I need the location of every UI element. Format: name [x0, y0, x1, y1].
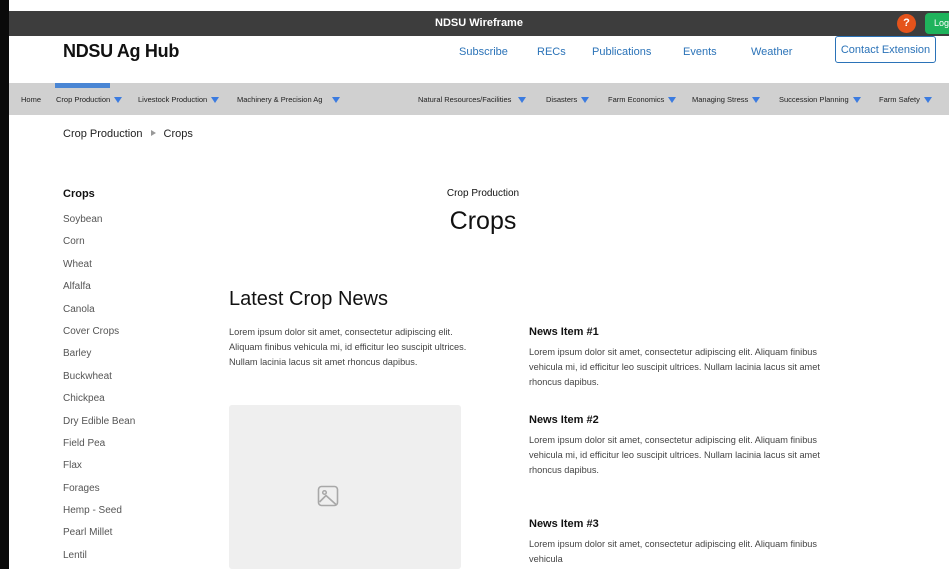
subnav-item-label: Succession Planning — [779, 95, 849, 104]
subnav-farm-economics[interactable]: Farm Economics — [608, 95, 677, 104]
triangle-right-icon — [150, 130, 156, 136]
chevron-down-icon[interactable] — [852, 97, 861, 103]
subnav-machinery-precision-ag[interactable]: Machinery & Precision Ag — [237, 95, 341, 104]
subnav-item-label: Natural Resources/Facilities — [418, 95, 512, 104]
help-button[interactable]: ? — [897, 14, 916, 33]
nav-publications[interactable]: Publications — [592, 46, 651, 58]
subnav-managing-stress[interactable]: Managing Stress — [692, 95, 761, 104]
sidebar-item-hemp-seed[interactable]: Hemp - Seed — [63, 505, 135, 527]
news-heading: Latest Crop News — [229, 288, 388, 310]
image-icon — [317, 485, 339, 507]
nav-events[interactable]: Events — [683, 46, 717, 58]
contact-extension-button[interactable]: Contact Extension — [835, 36, 936, 63]
news-item-body: Lorem ipsum dolor sit amet, consectetur … — [529, 539, 818, 564]
news-item-body: Lorem ipsum dolor sit amet, consectetur … — [529, 347, 820, 387]
news-item[interactable]: News Item #3 Lorem ipsum dolor sit amet,… — [529, 518, 839, 567]
sidebar-item-alfalfa[interactable]: Alfalfa — [63, 281, 135, 303]
chevron-down-icon[interactable] — [332, 97, 341, 103]
chevron-down-icon[interactable] — [668, 97, 677, 103]
nav-recs[interactable]: RECs — [537, 46, 566, 58]
page-title: Crops — [449, 207, 517, 235]
subnav-farm-safety[interactable]: Farm Safety — [879, 95, 932, 104]
active-section-indicator — [55, 83, 110, 88]
subnav-home[interactable]: Home — [21, 95, 41, 104]
subnav-item-label: Livestock Production — [138, 95, 208, 104]
subnav-item-label: Managing Stress — [692, 95, 749, 104]
news-item[interactable]: News Item #2 Lorem ipsum dolor sit amet,… — [529, 414, 839, 478]
subnav-natural-resources[interactable]: Natural Resources/Facilities — [418, 95, 527, 104]
chevron-down-icon[interactable] — [518, 97, 527, 103]
window-left-edge — [0, 0, 9, 569]
subnav-item-label: Farm Economics — [608, 95, 665, 104]
breadcrumb-parent[interactable]: Crop Production — [63, 128, 143, 140]
sidebar-item-cover-crops[interactable]: Cover Crops — [63, 326, 135, 348]
window-title: NDSU Wireframe — [435, 17, 523, 29]
sidebar-item-chickpea[interactable]: Chickpea — [63, 393, 135, 415]
news-intro: Lorem ipsum dolor sit amet, consectetur … — [229, 327, 467, 367]
breadcrumb: Crop Production Crops — [63, 128, 193, 140]
chevron-down-icon[interactable] — [581, 97, 590, 103]
site-title[interactable]: NDSU Ag Hub — [63, 41, 179, 62]
sidebar-item-field-pea[interactable]: Field Pea — [63, 438, 135, 460]
news-item-body: Lorem ipsum dolor sit amet, consectetur … — [529, 435, 820, 475]
login-button[interactable]: Log — [925, 13, 949, 34]
sidebar-item-corn[interactable]: Corn — [63, 236, 135, 258]
chevron-down-icon[interactable] — [114, 97, 123, 103]
news-item-title[interactable]: News Item #1 — [529, 326, 839, 338]
sidebar-list: Soybean Corn Wheat Alfalfa Canola Cover … — [63, 214, 135, 572]
sidebar-item-forages[interactable]: Forages — [63, 483, 135, 505]
news-item-title[interactable]: News Item #3 — [529, 518, 839, 530]
news-item-title[interactable]: News Item #2 — [529, 414, 839, 426]
sidebar-item-pearl-millet[interactable]: Pearl Millet — [63, 527, 135, 549]
subnav-crop-production[interactable]: Crop Production — [56, 95, 123, 104]
sidebar-item-dry-edible-bean[interactable]: Dry Edible Bean — [63, 416, 135, 438]
subnav-item-label: Crop Production — [56, 95, 111, 104]
section-navigation: Home Crop Production Livestock Productio… — [9, 83, 949, 115]
sidebar-item-canola[interactable]: Canola — [63, 304, 135, 326]
nav-weather[interactable]: Weather — [751, 46, 792, 58]
subnav-item-label: Farm Safety — [879, 95, 920, 104]
chevron-down-icon[interactable] — [923, 97, 932, 103]
chevron-down-icon[interactable] — [752, 97, 761, 103]
nav-subscribe[interactable]: Subscribe — [459, 46, 508, 58]
news-item[interactable]: News Item #1 Lorem ipsum dolor sit amet,… — [529, 326, 839, 390]
page-eyebrow: Crop Production — [446, 188, 520, 199]
chevron-down-icon[interactable] — [211, 97, 220, 103]
image-placeholder — [229, 405, 461, 569]
breadcrumb-current: Crops — [163, 128, 193, 140]
sidebar-item-flax[interactable]: Flax — [63, 460, 135, 482]
subnav-disasters[interactable]: Disasters — [546, 95, 590, 104]
sidebar-item-barley[interactable]: Barley — [63, 348, 135, 370]
sidebar-item-buckwheat[interactable]: Buckwheat — [63, 371, 135, 393]
window-titlebar: NDSU Wireframe ? Log — [9, 11, 949, 36]
subnav-item-label: Machinery & Precision Ag — [237, 95, 323, 104]
subnav-item-label: Disasters — [546, 95, 578, 104]
subnav-livestock-production[interactable]: Livestock Production — [138, 95, 220, 104]
sidebar-item-wheat[interactable]: Wheat — [63, 259, 135, 281]
subnav-succession-planning[interactable]: Succession Planning — [779, 95, 861, 104]
